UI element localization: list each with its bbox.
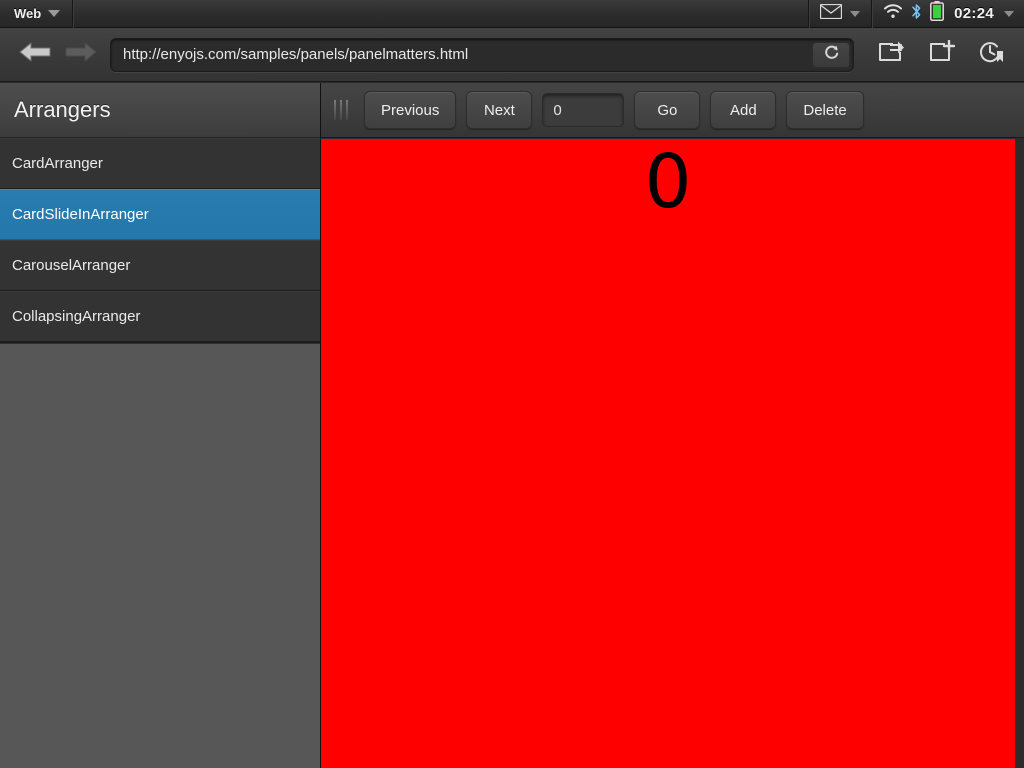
sidebar-item-cardslideinarranger[interactable]: CardSlideInArranger (0, 189, 320, 240)
browser-toolbar: http://enyojs.com/samples/panels/panelma… (0, 28, 1024, 82)
next-button-label: Next (483, 101, 515, 119)
back-button[interactable] (12, 35, 58, 75)
list-item-label: CardSlideInArranger (12, 206, 149, 223)
reload-button[interactable] (812, 41, 850, 68)
browser-actions (866, 33, 1016, 77)
drag-handle-icon[interactable] (334, 99, 348, 121)
delete-button-label: Delete (803, 101, 847, 119)
panels-container: 0 (321, 139, 1024, 768)
status-bar-tray: 02:24 (808, 0, 1024, 28)
reload-icon (823, 44, 840, 66)
share-icon (877, 40, 905, 69)
new-tab-button[interactable] (916, 33, 966, 77)
share-button[interactable] (866, 33, 916, 77)
list-item-label: CollapsingArranger (12, 308, 141, 325)
chevron-down-icon[interactable] (850, 10, 861, 17)
chevron-down-icon[interactable] (1004, 10, 1014, 17)
forward-button[interactable] (58, 35, 104, 75)
wifi-icon (883, 3, 903, 24)
panel-index-label: 0 (644, 139, 692, 225)
chevron-down-icon (48, 10, 61, 17)
app-menu-button[interactable]: Web (0, 0, 74, 28)
page-title: Arrangers (14, 97, 111, 122)
go-button-label: Go (657, 101, 678, 119)
go-button[interactable]: Go (634, 91, 701, 129)
add-button-label: Add (730, 101, 757, 119)
history-button[interactable] (966, 33, 1016, 77)
sidebar-item-carouselarranger[interactable]: CarouselArranger (0, 240, 320, 291)
history-bookmark-icon (978, 40, 1004, 69)
sidebar-header: Arrangers (0, 83, 320, 138)
add-button[interactable]: Add (710, 91, 777, 129)
bluetooth-icon (911, 3, 922, 25)
list-item-label: CardArranger (12, 155, 103, 172)
system-clock: 02:24 (954, 5, 994, 22)
sidebar-item-collapsingarranger[interactable]: CollapsingArranger (0, 291, 320, 342)
sidebar: Arrangers CardArranger CardSlideInArrang… (0, 83, 321, 768)
battery-full-icon (930, 1, 945, 26)
arranger-list: CardArranger CardSlideInArranger Carouse… (0, 138, 320, 344)
previous-button-label: Previous (381, 101, 440, 119)
list-item-label: CarouselArranger (12, 257, 131, 274)
sidebar-item-cardarranger[interactable]: CardArranger (0, 138, 320, 189)
panel-toolbar: Previous Next 0 Go Add Delete (321, 83, 1024, 138)
delete-button[interactable]: Delete (786, 91, 864, 129)
list-divider (0, 342, 320, 344)
notifications-group[interactable] (808, 0, 871, 28)
app-menu-label: Web (14, 6, 42, 21)
panel-index-input[interactable]: 0 (542, 93, 625, 127)
system-tray-group[interactable]: 02:24 (871, 0, 1024, 28)
web-page-content: Arrangers CardArranger CardSlideInArrang… (0, 83, 1024, 768)
arrow-left-icon (18, 41, 52, 68)
url-bar[interactable]: http://enyojs.com/samples/panels/panelma… (110, 37, 854, 72)
system-status-bar: Web 02:24 (0, 0, 1024, 28)
url-input[interactable]: http://enyojs.com/samples/panels/panelma… (111, 46, 468, 63)
new-tab-icon (928, 39, 955, 69)
active-panel[interactable]: 0 (321, 139, 1015, 768)
main-content: Previous Next 0 Go Add Delete 0 (321, 83, 1024, 768)
next-button[interactable]: Next (466, 91, 533, 129)
envelope-icon[interactable] (819, 3, 843, 24)
arrow-right-icon (64, 41, 98, 68)
previous-button[interactable]: Previous (364, 91, 457, 129)
